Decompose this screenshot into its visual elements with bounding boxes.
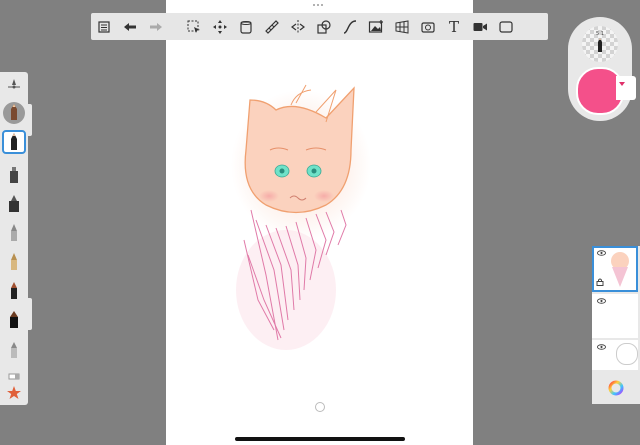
- eye-icon[interactable]: [597, 344, 606, 350]
- canvas-center-marker: [315, 402, 325, 412]
- paint-bucket-icon[interactable]: [233, 13, 259, 40]
- airbrush-icon[interactable]: [3, 164, 25, 186]
- cat-sketch-artwork: [231, 84, 371, 350]
- perspective-grid-icon[interactable]: [389, 13, 415, 40]
- home-indicator[interactable]: [235, 437, 405, 441]
- text-tool-glyph: T: [448, 17, 459, 36]
- toolbar-grabber[interactable]: [313, 4, 327, 7]
- shapes-icon[interactable]: [311, 13, 337, 40]
- top-toolbar: T: [91, 13, 548, 40]
- fullscreen-icon[interactable]: [493, 13, 519, 40]
- move-arrows-icon[interactable]: [207, 13, 233, 40]
- symmetry-icon[interactable]: [285, 13, 311, 40]
- ballpoint-brush-icon[interactable]: [2, 130, 26, 154]
- text-icon[interactable]: T: [441, 13, 467, 40]
- layer-lock-icon[interactable]: [596, 278, 604, 286]
- list-icon[interactable]: [91, 13, 117, 40]
- fine-pen-icon[interactable]: [3, 309, 25, 331]
- smudge-brush-icon[interactable]: [3, 339, 25, 361]
- calligraphy-brush-icon[interactable]: [3, 251, 25, 273]
- layer-thumbnail: [611, 252, 629, 287]
- camera-scan-icon[interactable]: [415, 13, 441, 40]
- layer-item[interactable]: [592, 246, 638, 292]
- brush-size-chip[interactable]: 5.1: [582, 26, 618, 62]
- palette-tab-bottom[interactable]: [28, 298, 32, 330]
- color-puck-dropdown[interactable]: [616, 76, 636, 100]
- video-record-icon[interactable]: [467, 13, 493, 40]
- eye-icon[interactable]: [597, 298, 606, 304]
- layer-item[interactable]: [592, 294, 638, 338]
- image-add-icon[interactable]: [363, 13, 389, 40]
- pencil-brush-icon[interactable]: [3, 102, 25, 124]
- chevron-down-icon: [619, 82, 625, 86]
- marker-brush-icon[interactable]: [3, 193, 25, 215]
- layer-item[interactable]: [592, 340, 638, 370]
- favorites-star-icon[interactable]: [3, 382, 25, 404]
- background-layer-swatch[interactable]: [616, 343, 638, 365]
- redo-arrow-icon[interactable]: [143, 13, 169, 40]
- brush-settings-icon[interactable]: [3, 76, 25, 98]
- undo-arrow-icon[interactable]: [117, 13, 143, 40]
- selection-cursor-icon[interactable]: [181, 13, 207, 40]
- eye-icon[interactable]: [597, 250, 606, 256]
- palette-tab-top[interactable]: [28, 104, 32, 136]
- color-puck-panel: 5.1: [568, 17, 632, 121]
- current-brush-icon: [598, 38, 602, 52]
- ruler-icon[interactable]: [259, 13, 285, 40]
- ink-pen-icon[interactable]: [3, 280, 25, 302]
- color-wheel-icon[interactable]: [599, 374, 633, 402]
- brush-palette: [0, 72, 28, 405]
- paintbrush-icon[interactable]: [3, 222, 25, 244]
- curve-icon[interactable]: [337, 13, 363, 40]
